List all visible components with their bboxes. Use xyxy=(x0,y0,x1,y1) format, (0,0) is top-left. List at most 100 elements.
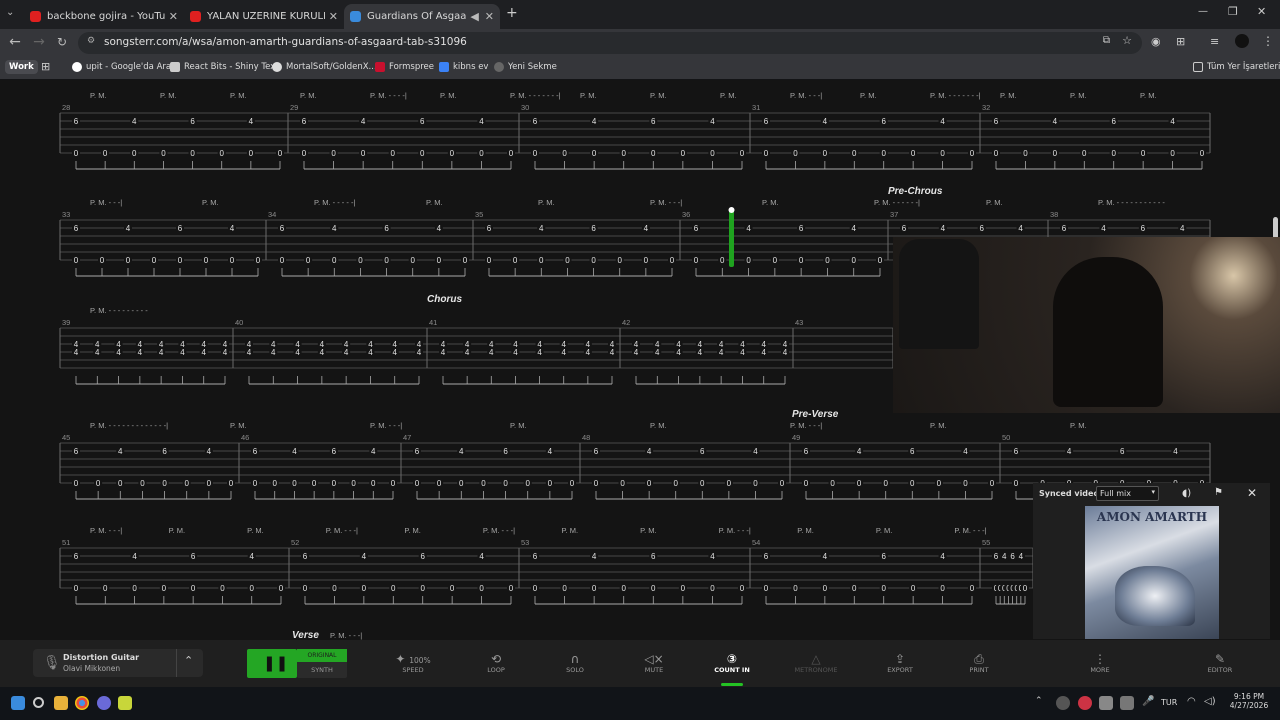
bookmark-new-tab[interactable]: Yeni Sekme xyxy=(494,62,557,72)
measure-number: 43 xyxy=(795,318,803,327)
close-tab-icon[interactable]: ✕ xyxy=(329,10,338,23)
app-icon[interactable] xyxy=(118,696,132,710)
work-profile-badge[interactable]: Work xyxy=(5,60,38,74)
editor-button[interactable]: ✎ EDITOR xyxy=(1190,652,1250,674)
close-window-button[interactable]: ✕ xyxy=(1257,5,1266,18)
back-icon[interactable]: ← xyxy=(6,34,24,50)
fret-number: 0 xyxy=(74,149,79,158)
search-icon[interactable] xyxy=(33,697,44,708)
measure-number: 31 xyxy=(752,103,760,112)
new-tab-button[interactable]: + xyxy=(506,5,518,21)
metronome-button[interactable]: △ METRONOME xyxy=(786,652,846,674)
close-tab-icon[interactable]: ✕ xyxy=(169,10,178,23)
extension-icon[interactable]: ◉ xyxy=(1151,35,1161,48)
solo-button[interactable]: ∩ SOLO xyxy=(545,652,605,674)
flag-icon[interactable]: ⚑ xyxy=(1214,487,1223,498)
speed-button[interactable]: ✦ 100% SPEED xyxy=(383,652,443,674)
palm-mute-label: P. M. xyxy=(538,198,555,207)
close-icon[interactable]: ✕ xyxy=(1247,486,1257,500)
fret-number: 0 xyxy=(362,584,367,593)
media-icon[interactable]: ≡ xyxy=(1210,35,1219,48)
discord-icon[interactable] xyxy=(97,696,111,710)
react-bits-icon xyxy=(170,62,180,72)
bookmark-formspree[interactable]: Formspree xyxy=(375,62,434,72)
site-info-icon[interactable]: ⚙ xyxy=(87,36,95,46)
play-pause-button[interactable]: ❚❚ xyxy=(247,649,297,678)
measure-number: 34 xyxy=(268,210,276,219)
forward-icon[interactable]: → xyxy=(30,34,48,50)
fret-number: 6 xyxy=(420,552,425,561)
clock[interactable]: 9:16 PM 4/27/2026 xyxy=(1226,692,1272,710)
volume-icon[interactable]: ◁) xyxy=(1204,696,1216,707)
restore-button[interactable]: ❐ xyxy=(1228,5,1238,18)
tray-app-icon[interactable] xyxy=(1056,696,1070,710)
file-explorer-icon[interactable] xyxy=(54,696,68,710)
instrument-selector[interactable]: 🎙 Distortion Guitar Olavi Mikkonen ⌃ xyxy=(33,649,203,677)
bookmark-react-bits[interactable]: React Bits - Shiny Text xyxy=(170,62,279,72)
minimize-button[interactable]: — xyxy=(1198,6,1208,17)
bookmark-label: Formspree xyxy=(389,62,435,72)
wifi-icon[interactable]: ◠ xyxy=(1187,696,1196,707)
mix-select[interactable]: Full mix ▾ xyxy=(1096,486,1159,501)
apps-grid-icon[interactable]: ⊞ xyxy=(41,60,50,73)
tab-list-icon[interactable]: ⌄ xyxy=(6,7,14,18)
mix-select-value: Full mix xyxy=(1100,489,1131,498)
fret-number: 0 xyxy=(592,584,597,593)
tab-youtube-gojira[interactable]: backbone gojira - YouTube ✕ xyxy=(24,4,184,29)
palm-mute-label: P. M. - - -| xyxy=(90,198,122,207)
menu-icon[interactable]: ⋮ xyxy=(1262,34,1274,48)
tab-youtube-yalan[interactable]: YALAN ÜZERİNE KURULMUŞ K... ✕ xyxy=(184,4,344,29)
install-app-icon[interactable]: ⧉ xyxy=(1103,35,1110,46)
fret-number: 0 xyxy=(100,256,105,265)
fret-number: 0 xyxy=(720,256,725,265)
scrollbar-thumb[interactable] xyxy=(1273,217,1278,239)
audio-sync-icon[interactable]: ◖) xyxy=(1182,488,1191,499)
bookmark-kibns[interactable]: kibns ev xyxy=(439,62,488,72)
microphone-icon[interactable]: 🎤 xyxy=(1142,696,1154,707)
loop-button[interactable]: ⟲ LOOP xyxy=(466,652,526,674)
bookmark-upit[interactable]: upit - Google'da Ara xyxy=(72,62,171,72)
tray-app-icon[interactable] xyxy=(1078,696,1092,710)
count-in-button[interactable]: ③ COUNT IN xyxy=(702,652,762,686)
bookmark-star-icon[interactable]: ☆ xyxy=(1122,34,1132,47)
fret-number: 0 xyxy=(990,479,995,488)
windows-start-icon[interactable] xyxy=(11,696,25,710)
fret-number: 0 xyxy=(1111,149,1116,158)
divider xyxy=(176,649,177,677)
address-bar[interactable]: ⚙ songsterr.com/a/wsa/amon-amarth-guardi… xyxy=(78,32,1142,54)
all-bookmarks[interactable]: Tüm Yer İşaretleri xyxy=(1193,62,1280,72)
chevron-up-icon[interactable]: ⌃ xyxy=(184,654,193,667)
more-button[interactable]: ⋮ MORE xyxy=(1070,652,1130,674)
speaker-icon[interactable]: ◀ xyxy=(470,10,478,23)
tab-songsterr[interactable]: Guardians Of Asgaard Tab by... ◀ ✕ xyxy=(344,4,500,29)
tray-chevron-icon[interactable]: ⌃ xyxy=(1035,696,1043,706)
language-indicator[interactable]: TUR xyxy=(1161,698,1177,707)
fret-number: 6 xyxy=(303,552,308,561)
fret-number: 0 xyxy=(851,256,856,265)
measure-number: 32 xyxy=(982,103,990,112)
globe-icon xyxy=(494,62,504,72)
fret-number: 0 xyxy=(681,584,686,593)
tray-app-icon[interactable] xyxy=(1099,696,1113,710)
fret-number: 6 xyxy=(420,117,425,126)
export-button[interactable]: ⇪ EXPORT xyxy=(870,652,930,674)
measure-number: 45 xyxy=(62,433,70,442)
original-synth-toggle[interactable]: ORIGINAL SYNTH xyxy=(297,649,347,678)
fret-number: 0 xyxy=(773,256,778,265)
fret-number: 0 xyxy=(74,256,79,265)
puzzle-icon[interactable]: ⊞ xyxy=(1176,35,1185,48)
mute-icon: ◁× xyxy=(644,652,664,666)
palm-mute-label: P. M. - - -| xyxy=(90,526,122,535)
section-label: Verse xyxy=(292,630,319,640)
fret-number: 0 xyxy=(509,584,514,593)
close-tab-icon[interactable]: ✕ xyxy=(485,10,494,23)
bookmark-mortalsoft[interactable]: MortalSoft/GoldenX... xyxy=(272,62,377,72)
print-button[interactable]: ⎙ PRINT xyxy=(949,652,1009,674)
measure-number: 30 xyxy=(521,103,529,112)
chrome-icon[interactable] xyxy=(75,696,89,710)
fret-number: 6 xyxy=(280,224,285,233)
tray-app-icon[interactable] xyxy=(1120,696,1134,710)
mute-button[interactable]: ◁× MUTE xyxy=(624,652,684,674)
profile-avatar[interactable] xyxy=(1235,34,1249,48)
reload-icon[interactable]: ↻ xyxy=(53,35,71,49)
